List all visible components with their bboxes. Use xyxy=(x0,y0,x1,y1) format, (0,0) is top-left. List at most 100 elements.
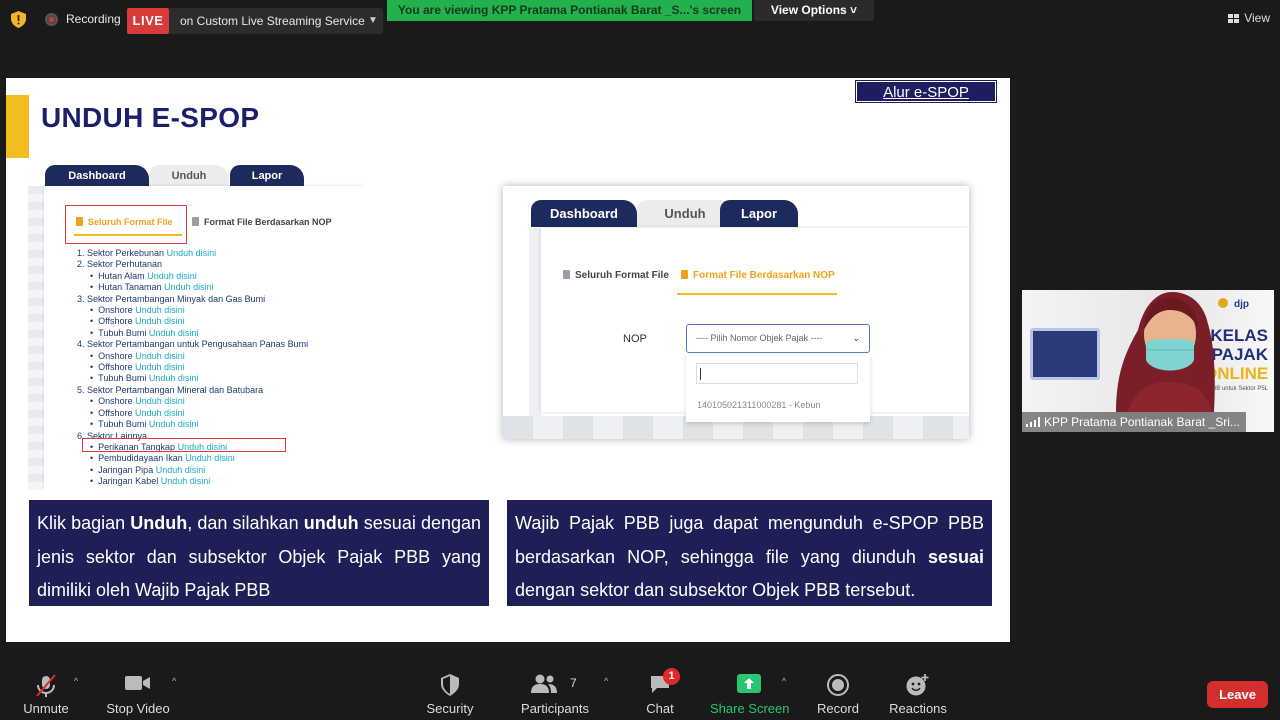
audio-options-caret-icon[interactable]: ^ xyxy=(74,676,78,686)
participant-name: KPP Pratama Pontianak Barat _Sri... xyxy=(1022,412,1246,432)
participants-label: Participants xyxy=(521,701,589,716)
reactions-button[interactable]: Reactions xyxy=(886,662,950,720)
subsector-item: Hutan Tanaman Unduh disini xyxy=(77,282,308,293)
signal-strength-icon xyxy=(1026,417,1040,427)
caption-right: Wajib Pajak PBB juga dapat mengunduh e-S… xyxy=(507,500,992,606)
recording-label[interactable]: Recording xyxy=(66,12,121,26)
live-badge[interactable]: LIVE xyxy=(127,8,169,34)
participants-count: 7 xyxy=(570,676,577,690)
top-bar: Recording LIVE on Custom Live Streaming … xyxy=(0,0,1280,38)
download-link: Unduh disini xyxy=(135,396,185,407)
subsector-item: Offshore Unduh disini xyxy=(77,408,308,419)
tab-dashboard: Dashboard xyxy=(531,200,637,227)
background-texture xyxy=(529,228,541,418)
subsector-item: Onshore Unduh disini xyxy=(77,305,308,316)
caption-bold: sesuai xyxy=(927,546,984,567)
download-link: Unduh disini xyxy=(148,327,199,338)
caption-bold: unduh xyxy=(303,513,359,533)
download-link: Unduh disini xyxy=(135,305,185,316)
document-icon xyxy=(192,217,199,226)
nop-select: ---- Pilih Nomor Objek Pajak ---- ⌄ xyxy=(686,324,870,353)
chat-button[interactable]: 1 Chat xyxy=(640,662,680,720)
document-icon xyxy=(681,270,688,279)
reactions-smiley-icon xyxy=(906,674,929,696)
tab-unduh: Unduh xyxy=(149,165,229,187)
nop-option: 140105021311000281 - Kebun xyxy=(697,400,821,410)
grid-view-icon xyxy=(1228,14,1240,23)
unmute-button[interactable]: Unmute xyxy=(18,662,74,720)
download-link: Unduh disini xyxy=(135,350,185,361)
subtab-all-formats: Seluruh Format File xyxy=(563,270,669,281)
view-layout-button[interactable]: View xyxy=(1228,8,1270,28)
participants-button[interactable]: 7 Participants xyxy=(518,662,592,720)
record-button[interactable]: Record xyxy=(814,662,862,720)
tab-dashboard: Dashboard xyxy=(45,165,149,187)
title-accent-bar xyxy=(6,95,29,158)
active-tab-underline xyxy=(74,234,182,236)
chevron-down-icon: ⌄ xyxy=(852,333,860,343)
subsector-name: Onshore xyxy=(98,350,133,361)
viewing-screen-banner: You are viewing KPP Pratama Pontianak Ba… xyxy=(387,0,752,21)
video-camera-icon xyxy=(125,676,150,690)
recording-icon[interactable] xyxy=(45,13,58,26)
subtab-by-nop: Format File Berdasarkan NOP xyxy=(681,270,835,281)
document-icon xyxy=(76,217,83,226)
tab-unduh: Unduh xyxy=(637,200,733,227)
reactions-label: Reactions xyxy=(889,701,947,716)
slide-title: UNDUH E-SPOP xyxy=(41,102,260,133)
document-icon xyxy=(563,270,570,279)
encryption-shield-icon[interactable] xyxy=(11,11,26,28)
subtab-all-formats-label: Seluruh Format File xyxy=(88,217,173,227)
subsector-item: Pembudidayaan Ikan Unduh disini xyxy=(77,453,308,464)
caption-text: Klik bagian xyxy=(37,513,131,533)
subsector-name: Offshore xyxy=(98,362,133,373)
subsector-item: Tubuh Bumi Unduh disini xyxy=(77,373,308,384)
participant-video-tile[interactable]: djp KELAS PAJAK ONLINE PBB untuk Sektor … xyxy=(1022,290,1274,432)
active-tab-underline xyxy=(677,293,837,295)
nop-label: NOP xyxy=(623,333,647,345)
subsector-item: Tubuh Bumi Unduh disini xyxy=(77,419,308,430)
download-link: Unduh disini xyxy=(164,282,214,293)
view-options-button[interactable]: View Options ˅ xyxy=(754,0,874,21)
security-button[interactable]: Security xyxy=(424,662,476,720)
download-link: Unduh disini xyxy=(147,270,197,281)
subtab-by-nop-label: Format File Berdasarkan NOP xyxy=(204,217,332,227)
download-link: Unduh disini xyxy=(135,407,185,418)
sector-title: 4. Sektor Pertambangan untuk Pengusahaan… xyxy=(77,339,309,350)
caret-down-icon[interactable]: ▼ xyxy=(368,8,378,34)
caption-text: Wajib Pajak PBB juga dapat mengunduh e-S… xyxy=(515,513,984,567)
caption-text: , dan silahkan xyxy=(187,513,304,533)
download-link: Unduh disini xyxy=(148,373,199,384)
microphone-muted-icon xyxy=(36,674,56,697)
subsector-name: Onshore xyxy=(98,305,133,316)
record-label: Record xyxy=(817,701,859,716)
share-options-caret-icon[interactable]: ^ xyxy=(782,676,786,686)
subsector-name: Jaringan Kabel xyxy=(98,476,159,487)
share-screen-button[interactable]: Share Screen xyxy=(710,662,790,720)
subsector-item: Jaringan Pipa Unduh disini xyxy=(77,465,308,476)
subsector-item: Jaringan Kabel Unduh disini xyxy=(77,476,308,487)
video-options-caret-icon[interactable]: ^ xyxy=(172,676,176,686)
security-shield-icon xyxy=(441,674,459,696)
participants-options-caret-icon[interactable]: ^ xyxy=(604,676,608,686)
tab-lapor: Lapor xyxy=(720,200,798,227)
record-icon xyxy=(827,674,849,696)
download-by-nop-screenshot: Dashboard Unduh Lapor Seluruh Format Fil… xyxy=(503,186,969,439)
view-label: View xyxy=(1244,11,1270,25)
subtab-by-nop-label: Format File Berdasarkan NOP xyxy=(693,270,835,281)
highlight-box-perikanan xyxy=(82,438,286,452)
zoom-meeting-window: Recording LIVE on Custom Live Streaming … xyxy=(0,0,1280,720)
download-link: Unduh disini xyxy=(135,316,185,327)
download-link: Unduh disini xyxy=(185,453,235,464)
subtab-by-nop: Format File Berdasarkan NOP xyxy=(192,217,332,227)
live-service-dropdown[interactable]: on Custom Live Streaming Service xyxy=(169,8,383,34)
flow-tag: Alur e-SPOP xyxy=(855,80,997,103)
djp-logo-label: djp xyxy=(1234,299,1249,310)
subsector-name: Hutan Alam xyxy=(98,270,145,281)
djp-logo: djp xyxy=(1218,298,1249,310)
stop-video-button[interactable]: Stop Video xyxy=(104,662,172,720)
sector-item: 4. Sektor Pertambangan untuk Pengusahaan… xyxy=(77,339,308,350)
laptop-illustration xyxy=(1030,328,1100,380)
subsector-name: Tubuh Bumi xyxy=(98,373,147,384)
leave-button[interactable]: Leave xyxy=(1207,681,1268,708)
